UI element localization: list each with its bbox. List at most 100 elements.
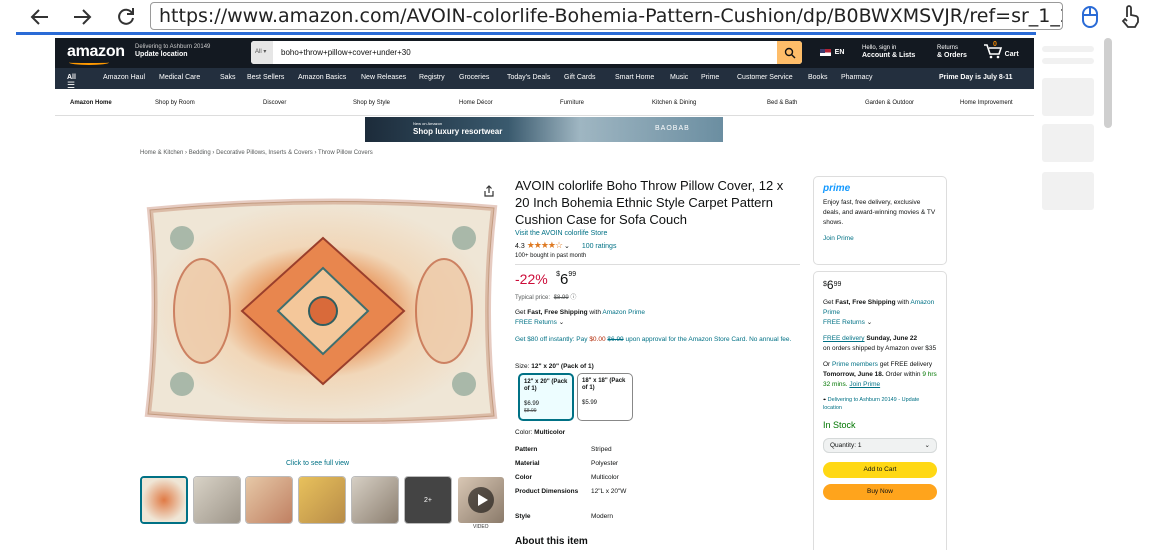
scrollbar[interactable] <box>1104 38 1112 128</box>
rating-stars[interactable]: ★★★★☆ <box>527 240 563 250</box>
menu-item[interactable]: Best Sellers <box>247 74 284 81</box>
side-panel <box>1037 38 1153 550</box>
search-category-select[interactable]: All ▾ <box>251 41 273 64</box>
store-nav-item[interactable]: Home Improvement <box>960 100 1013 106</box>
menu-item[interactable]: Groceries <box>459 74 489 81</box>
account-line1: Hello, sign in <box>862 45 897 51</box>
thumbnail-4[interactable] <box>298 476 346 524</box>
delivery-location-link[interactable]: Delivering to Ashburn 20149 - Update loc… <box>823 397 919 411</box>
menu-item[interactable]: New Releases <box>361 74 406 81</box>
chevron-down-icon[interactable]: ⌄ <box>564 243 570 250</box>
prime-members-link[interactable]: Prime members <box>832 361 878 368</box>
thumbnail-1[interactable] <box>140 476 188 524</box>
menu-item[interactable]: Pharmacy <box>841 74 873 81</box>
breadcrumb-item[interactable]: Throw Pillow Covers <box>318 150 373 156</box>
thumbnail-2[interactable] <box>193 476 241 524</box>
menu-item[interactable]: Smart Home <box>615 74 654 81</box>
deliver-to[interactable]: Delivering to Ashburn 20149 Update locat… <box>135 43 210 59</box>
menu-item[interactable]: Saks <box>220 74 236 81</box>
prime-promo-text: Enjoy fast, free delivery, exclusive dea… <box>823 199 936 226</box>
join-prime-link[interactable]: Join Prime <box>823 234 937 244</box>
menu-item[interactable]: Registry <box>419 74 445 81</box>
stock-status: In Stock <box>823 420 856 430</box>
store-nav-item[interactable]: Amazon Home <box>70 100 112 106</box>
breadcrumb-item[interactable]: Bedding <box>189 150 211 156</box>
menu-item[interactable]: Music <box>670 74 688 81</box>
thumbnail-more[interactable]: 2+ <box>404 476 452 524</box>
bought-badge: 100+ bought in past month <box>515 253 587 259</box>
back-arrow-icon[interactable] <box>27 4 53 30</box>
reload-icon[interactable] <box>113 4 139 30</box>
cart-button[interactable]: 0 Cart <box>983 41 1019 59</box>
free-returns-link[interactable]: FREE Returns <box>515 319 557 326</box>
spec-value: Striped <box>591 446 612 453</box>
menu-item[interactable]: Amazon Haul <box>103 74 145 81</box>
menu-item[interactable]: Customer Service <box>737 74 793 81</box>
address-bar[interactable]: https://www.amazon.com/AVOIN-colorlife-B… <box>150 2 1063 30</box>
breadcrumb-item[interactable]: Decorative Pillows, Inserts & Covers <box>216 150 313 156</box>
free-delivery-link[interactable]: FREE delivery <box>823 335 865 342</box>
menu-item[interactable]: Prime <box>701 74 719 81</box>
size-selected-value: 12" x 20" (Pack of 1) <box>531 363 594 370</box>
returns-orders[interactable]: Returns & Orders <box>937 44 967 60</box>
browser-toolbar: https://www.amazon.com/AVOIN-colorlife-B… <box>0 0 1153 34</box>
size-option-12x20[interactable]: 12" x 20" (Pack of 1) $6.99 $8.99 <box>518 373 574 421</box>
price: $699 <box>556 271 576 288</box>
thumbnail-3[interactable] <box>245 476 293 524</box>
delivery-location[interactable]: ⌖ Delivering to Ashburn 20149 - Update l… <box>823 396 937 412</box>
store-nav-item[interactable]: Garden & Outdoor <box>865 100 914 106</box>
promo-banner[interactable]: New on Amazon Shop luxury resortwear BAO… <box>365 117 723 142</box>
store-link[interactable]: Visit the AVOIN colorlife Store <box>515 230 607 237</box>
size-option-price: $6.99 <box>524 401 540 407</box>
store-card-offer[interactable]: Get $80 off instantly: Pay $0.00 $6.99 u… <box>515 335 800 345</box>
add-to-cart-button[interactable]: Add to Cart <box>823 462 937 478</box>
menu-item[interactable]: Today's Deals <box>507 74 550 81</box>
size-option-18x18[interactable]: 18" x 18" (Pack of 1) $5.99 <box>577 373 633 421</box>
menu-item[interactable]: Amazon Basics <box>298 74 346 81</box>
info-icon[interactable]: ⓘ <box>570 295 576 301</box>
store-nav-item[interactable]: Home Décor <box>459 100 493 106</box>
store-nav-item[interactable]: Shop by Style <box>353 100 390 106</box>
store-nav-item[interactable]: Shop by Room <box>155 100 195 106</box>
search-input[interactable]: boho+throw+pillow+cover+under+30 <box>281 41 411 64</box>
menu-item[interactable]: Books <box>808 74 827 81</box>
rating-count-link[interactable]: 100 ratings <box>582 243 617 250</box>
menu-item[interactable]: Medical Care <box>159 74 200 81</box>
hand-pointer-icon[interactable] <box>1117 4 1143 30</box>
buy-now-button[interactable]: Buy Now <box>823 484 937 500</box>
thumbnail-video[interactable] <box>457 476 505 524</box>
buybox-price-whole: 6 <box>826 278 834 292</box>
store-nav-item[interactable]: Bed & Bath <box>767 100 797 106</box>
menu-item[interactable]: Gift Cards <box>564 74 596 81</box>
amazon-logo[interactable]: amazon <box>67 43 125 61</box>
menu-all[interactable]: ☰ All <box>67 74 76 90</box>
thumbnail-5[interactable] <box>351 476 399 524</box>
language-selector[interactable]: EN <box>820 49 844 57</box>
store-nav-item[interactable]: Kitchen & Dining <box>652 100 696 106</box>
delivery-date: Sunday, June 22 <box>864 335 918 342</box>
buybox-price-fraction: 99 <box>833 281 842 288</box>
price-row: -22% $699 <box>515 271 576 289</box>
chevron-down-icon[interactable]: ⌄ <box>867 319 872 326</box>
mouse-icon[interactable] <box>1077 4 1103 30</box>
forward-arrow-icon[interactable] <box>69 4 95 30</box>
click-full-view-link[interactable]: Click to see full view <box>286 460 349 467</box>
spec-key: Style <box>515 513 531 520</box>
buybox-shipping: Get Fast, Free Shipping with Amazon Prim… <box>823 298 937 328</box>
product-main-image[interactable] <box>142 198 504 424</box>
search-button[interactable] <box>777 41 802 64</box>
amazon-prime-link[interactable]: Amazon Prime <box>602 309 645 316</box>
account-lists[interactable]: Hello, sign in Account & Lists <box>862 44 915 60</box>
store-nav-item[interactable]: Furniture <box>560 100 584 106</box>
share-icon[interactable] <box>483 184 495 197</box>
prime-logo: prime <box>823 183 851 194</box>
free-returns-link[interactable]: FREE Returns <box>823 319 865 326</box>
chevron-down-icon: ⌄ <box>924 442 930 449</box>
placeholder-block <box>1042 78 1094 116</box>
store-nav-item[interactable]: Discover <box>263 100 286 106</box>
prime-day-promo[interactable]: Prime Day is July 8-11 <box>939 74 1013 81</box>
join-prime-link[interactable]: Join Prime <box>849 381 880 388</box>
chevron-down-icon[interactable]: ⌄ <box>559 319 564 326</box>
quantity-select[interactable]: Quantity: 1 ⌄ <box>823 438 937 453</box>
breadcrumb-item[interactable]: Home & Kitchen <box>140 150 183 156</box>
